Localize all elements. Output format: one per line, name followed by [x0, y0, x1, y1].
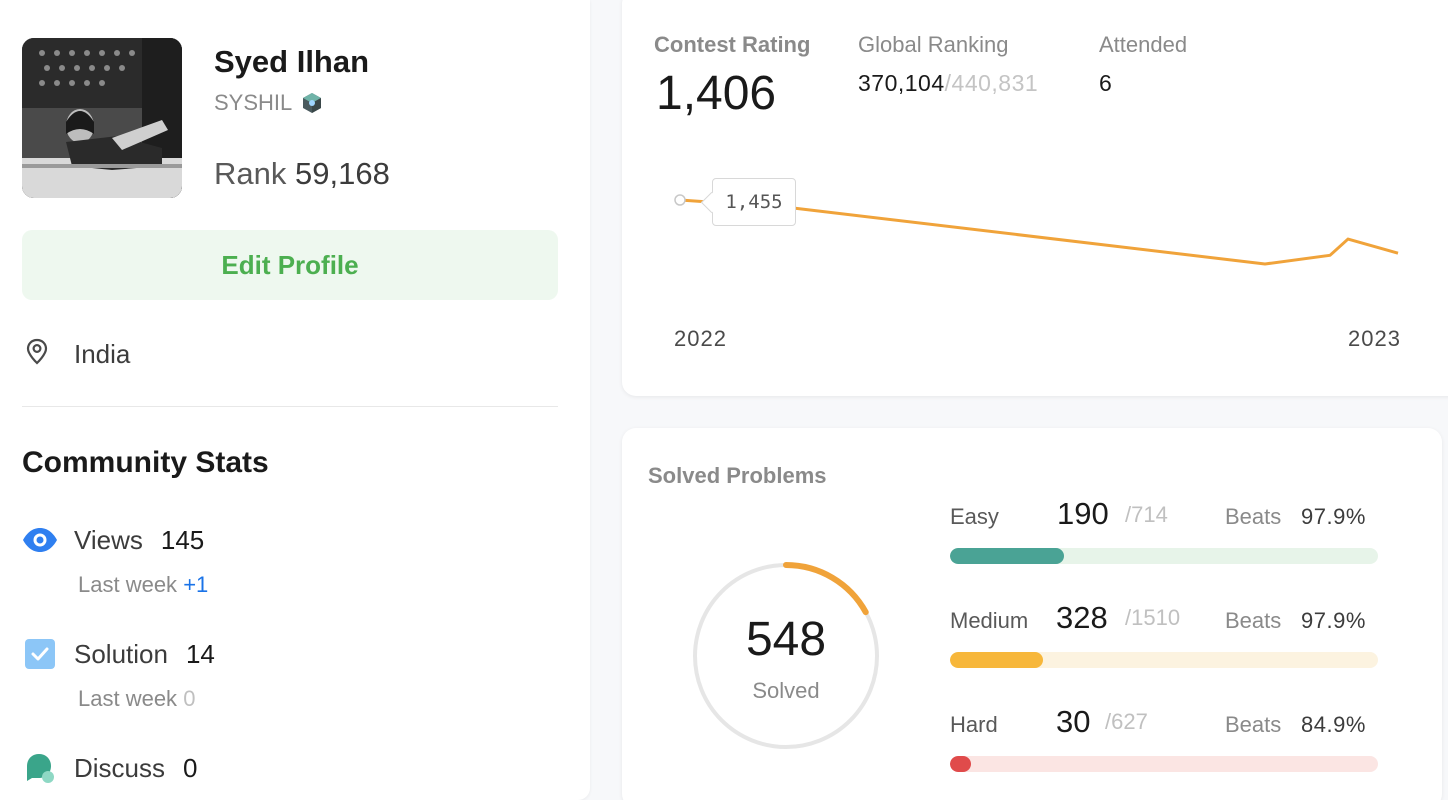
stat-value: 0 — [183, 752, 198, 783]
stat-discuss: Discuss 0 — [22, 750, 197, 786]
global-ranking-label: Global Ranking — [858, 32, 1009, 57]
stat-solution-sub: Last week 0 — [78, 686, 195, 712]
attended-label: Attended — [1099, 32, 1188, 57]
stat-label: Discuss — [74, 752, 166, 783]
medium-progress-fill — [950, 652, 1043, 668]
medium-beats-label: Beats — [1225, 608, 1282, 633]
location-pin-icon — [22, 336, 52, 373]
last-week-label: Last week — [78, 572, 178, 597]
medium-count: 328 — [1056, 600, 1108, 635]
rating-point[interactable] — [674, 194, 686, 206]
stat-views: Views 145 — [22, 522, 204, 558]
stat-views-sub: Last week +1 — [78, 572, 208, 598]
ring-progress-arc — [783, 562, 869, 616]
easy-progress-bar — [950, 548, 1378, 564]
profile-username: SYSHIL — [214, 90, 324, 116]
solved-label: Solved — [752, 678, 820, 703]
stat-label: Solution — [74, 638, 168, 669]
medium-label: Medium — [950, 608, 1029, 633]
contest-rating-value: 1,406 — [656, 67, 777, 120]
stat-value: 14 — [185, 638, 215, 669]
solution-delta: 0 — [183, 686, 196, 711]
avatar[interactable] — [22, 38, 182, 198]
rank-label: Rank — [214, 156, 287, 191]
checkbox-icon — [22, 636, 58, 672]
location-text: India — [74, 339, 131, 369]
last-week-label: Last week — [78, 686, 178, 711]
medium-total: /1510 — [1125, 605, 1181, 630]
views-delta: +1 — [183, 572, 209, 597]
easy-progress-fill — [950, 548, 1064, 564]
hard-progress-bar — [950, 756, 1378, 772]
x-tick-start: 2022 — [674, 326, 727, 351]
x-tick-end: 2023 — [1348, 326, 1401, 351]
hard-beats-label: Beats — [1225, 712, 1282, 737]
chat-bubble-icon — [22, 750, 58, 786]
hard-label: Hard — [950, 712, 998, 737]
attended-value: 6 — [1099, 70, 1112, 96]
rank: Rank 59,168 — [214, 156, 390, 192]
global-rank-total: /440,831 — [944, 70, 1039, 96]
stat-value: 145 — [160, 524, 205, 555]
hard-count: 30 — [1056, 704, 1091, 739]
profile-name: Syed Ilhan — [214, 44, 370, 79]
easy-beats-value: 97.9% — [1301, 504, 1366, 529]
eye-icon — [22, 522, 58, 558]
medium-beats-value: 97.9% — [1301, 608, 1366, 633]
hard-beats-value: 84.9% — [1301, 712, 1366, 737]
stat-label: Views — [74, 524, 143, 555]
medium-progress-bar — [950, 652, 1378, 668]
global-rank: 370,104 — [858, 70, 945, 96]
location: India — [22, 336, 130, 373]
avatar-image — [22, 38, 182, 198]
solved-problems-title: Solved Problems — [648, 463, 827, 488]
easy-count: 190 — [1057, 496, 1109, 531]
community-stats-title: Community Stats — [22, 446, 269, 479]
profile-panel: Syed Ilhan SYSHIL Rank 59,168 Edit Profi… — [0, 0, 590, 800]
divider — [22, 406, 558, 407]
solved-total: 548 — [745, 613, 827, 666]
badge-icon[interactable] — [300, 91, 324, 115]
stat-solution: Solution 14 — [22, 636, 215, 672]
easy-beats-label: Beats — [1225, 504, 1282, 529]
easy-label: Easy — [950, 504, 999, 529]
hard-total: /627 — [1105, 709, 1148, 734]
hard-progress-fill — [950, 756, 971, 772]
contest-rating-label: Contest Rating — [654, 32, 811, 57]
easy-total: /714 — [1125, 502, 1168, 527]
global-ranking-value: 370,104/440,831 — [858, 70, 1038, 97]
edit-profile-button[interactable]: Edit Profile — [22, 230, 558, 300]
chart-tooltip: 1,455 — [712, 178, 796, 226]
username-text: SYSHIL — [214, 90, 293, 115]
rank-value: 59,168 — [295, 156, 390, 191]
